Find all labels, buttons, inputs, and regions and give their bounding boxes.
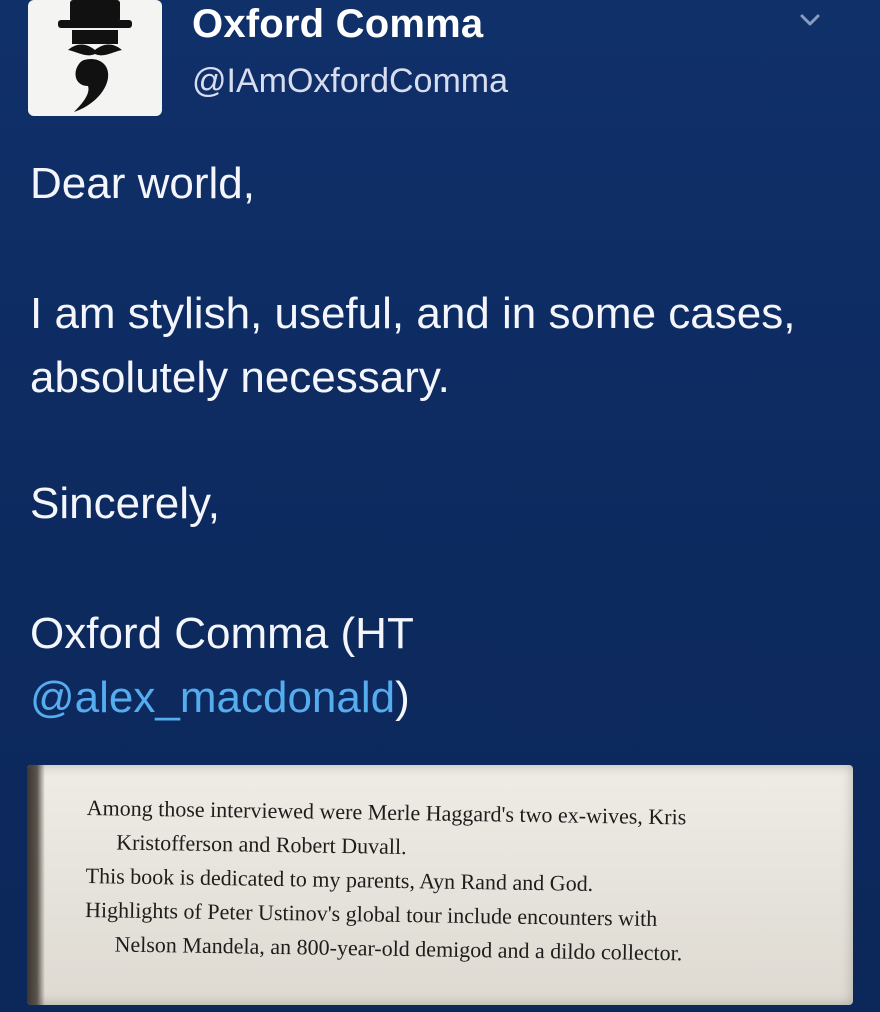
book-spine-shadow	[27, 765, 45, 1005]
comma-with-top-hat-and-mustache-icon	[58, 0, 132, 112]
chevron-down-icon	[800, 14, 820, 26]
tweet-closing: Sincerely,	[30, 479, 220, 528]
display-name[interactable]: Oxford Comma	[192, 2, 483, 47]
tweet-greeting: Dear world,	[30, 159, 255, 208]
user-handle[interactable]: @IAmOxfordComma	[192, 62, 508, 101]
mention-link[interactable]: @alex_macdonald	[30, 673, 395, 722]
book-excerpt: Among those interviewed were Merle Hagga…	[84, 791, 837, 973]
signoff-suffix: )	[395, 673, 410, 722]
tweet-main-paragraph: I am stylish, useful, and in some cases,…	[30, 289, 796, 402]
tweet-card: Oxford Comma @IAmOxfordComma Dear world,…	[0, 0, 880, 1012]
avatar[interactable]	[28, 0, 162, 116]
tweet-signoff: Oxford Comma (HT @alex_macdonald)	[30, 602, 850, 730]
attached-photo[interactable]: Among those interviewed were Merle Hagga…	[27, 765, 853, 1005]
tweet-menu-button[interactable]	[792, 6, 828, 36]
signoff-prefix: Oxford Comma (HT	[30, 609, 414, 658]
